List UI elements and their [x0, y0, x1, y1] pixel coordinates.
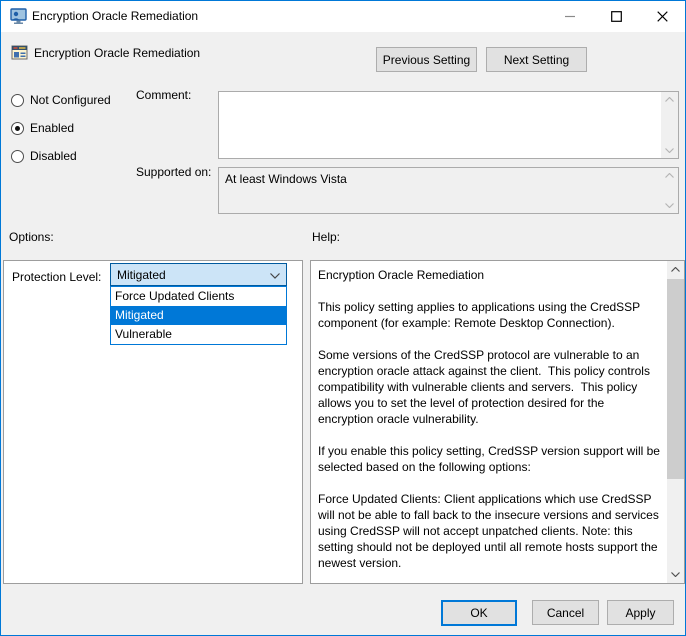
setting-name: Encryption Oracle Remediation [34, 45, 200, 61]
help-paragraph: If you enable this policy setting, CredS… [318, 443, 661, 475]
dialog-window: Encryption Oracle Remediation Encryption… [0, 0, 686, 636]
help-paragraph: Some versions of the CredSSP protocol ar… [318, 347, 661, 427]
radio-disabled[interactable]: Disabled [11, 148, 77, 164]
next-setting-button[interactable]: Next Setting [486, 47, 587, 72]
options-panel: Protection Level: Mitigated Force Update… [3, 260, 303, 584]
scrollbar-thumb[interactable] [667, 279, 684, 479]
chevron-down-icon [270, 273, 280, 279]
comment-box [218, 91, 679, 159]
scroll-up-icon [665, 97, 674, 102]
maximize-button[interactable] [593, 1, 639, 32]
comment-input[interactable] [219, 92, 661, 158]
minimize-icon [565, 11, 576, 22]
radio-label: Disabled [30, 149, 77, 163]
scroll-down-icon [665, 203, 674, 208]
close-button[interactable] [639, 1, 685, 32]
supported-on-label: Supported on: [136, 165, 211, 179]
help-paragraph: Encryption Oracle Remediation [318, 267, 661, 283]
comment-scrollbar[interactable] [661, 92, 678, 158]
help-text: Encryption Oracle Remediation This polic… [311, 261, 667, 583]
apply-button[interactable]: Apply [607, 600, 674, 625]
dropdown-option-vulnerable[interactable]: Vulnerable [111, 325, 286, 344]
combobox-selected-value: Mitigated [111, 268, 166, 282]
radio-circle [11, 150, 24, 163]
policy-setting-icon [11, 44, 28, 61]
radio-enabled[interactable]: Enabled [11, 120, 74, 136]
scroll-down-button[interactable] [667, 566, 684, 583]
maximize-icon [611, 11, 622, 22]
supported-on-scrollbar[interactable] [661, 168, 678, 213]
radio-not-configured[interactable]: Not Configured [11, 92, 111, 108]
help-scrollbar[interactable] [667, 261, 684, 583]
window-title: Encryption Oracle Remediation [32, 1, 198, 32]
radio-label: Not Configured [30, 93, 111, 107]
options-section-label: Options: [9, 230, 54, 244]
protection-level-combobox[interactable]: Mitigated [110, 263, 287, 286]
scroll-up-icon [665, 173, 674, 178]
supported-on-value: At least Windows Vista [225, 172, 347, 186]
dropdown-option-mitigated[interactable]: Mitigated [111, 306, 286, 325]
scroll-down-icon [665, 148, 674, 153]
dropdown-option-force-updated-clients[interactable]: Force Updated Clients [111, 287, 286, 306]
combobox-dropdown-list: Force Updated Clients Mitigated Vulnerab… [110, 286, 287, 345]
help-section-label: Help: [312, 230, 340, 244]
ok-button[interactable]: OK [441, 600, 517, 626]
app-icon [10, 8, 27, 25]
help-paragraph: This policy setting applies to applicati… [318, 299, 661, 331]
radio-circle [11, 122, 24, 135]
radio-label: Enabled [30, 121, 74, 135]
close-icon [657, 11, 668, 22]
cancel-button[interactable]: Cancel [532, 600, 599, 625]
help-paragraph: Force Updated Clients: Client applicatio… [318, 491, 661, 571]
supported-on-box[interactable]: At least Windows Vista [218, 167, 679, 214]
comment-label: Comment: [136, 88, 191, 102]
minimize-button[interactable] [547, 1, 593, 32]
scroll-up-icon [671, 267, 680, 272]
radio-circle [11, 94, 24, 107]
previous-setting-button[interactable]: Previous Setting [376, 47, 477, 72]
scroll-down-icon [671, 572, 680, 577]
protection-level-label: Protection Level: [12, 270, 101, 284]
help-panel: Encryption Oracle Remediation This polic… [310, 260, 685, 584]
title-bar[interactable]: Encryption Oracle Remediation [1, 1, 685, 32]
scroll-up-button[interactable] [667, 261, 684, 278]
